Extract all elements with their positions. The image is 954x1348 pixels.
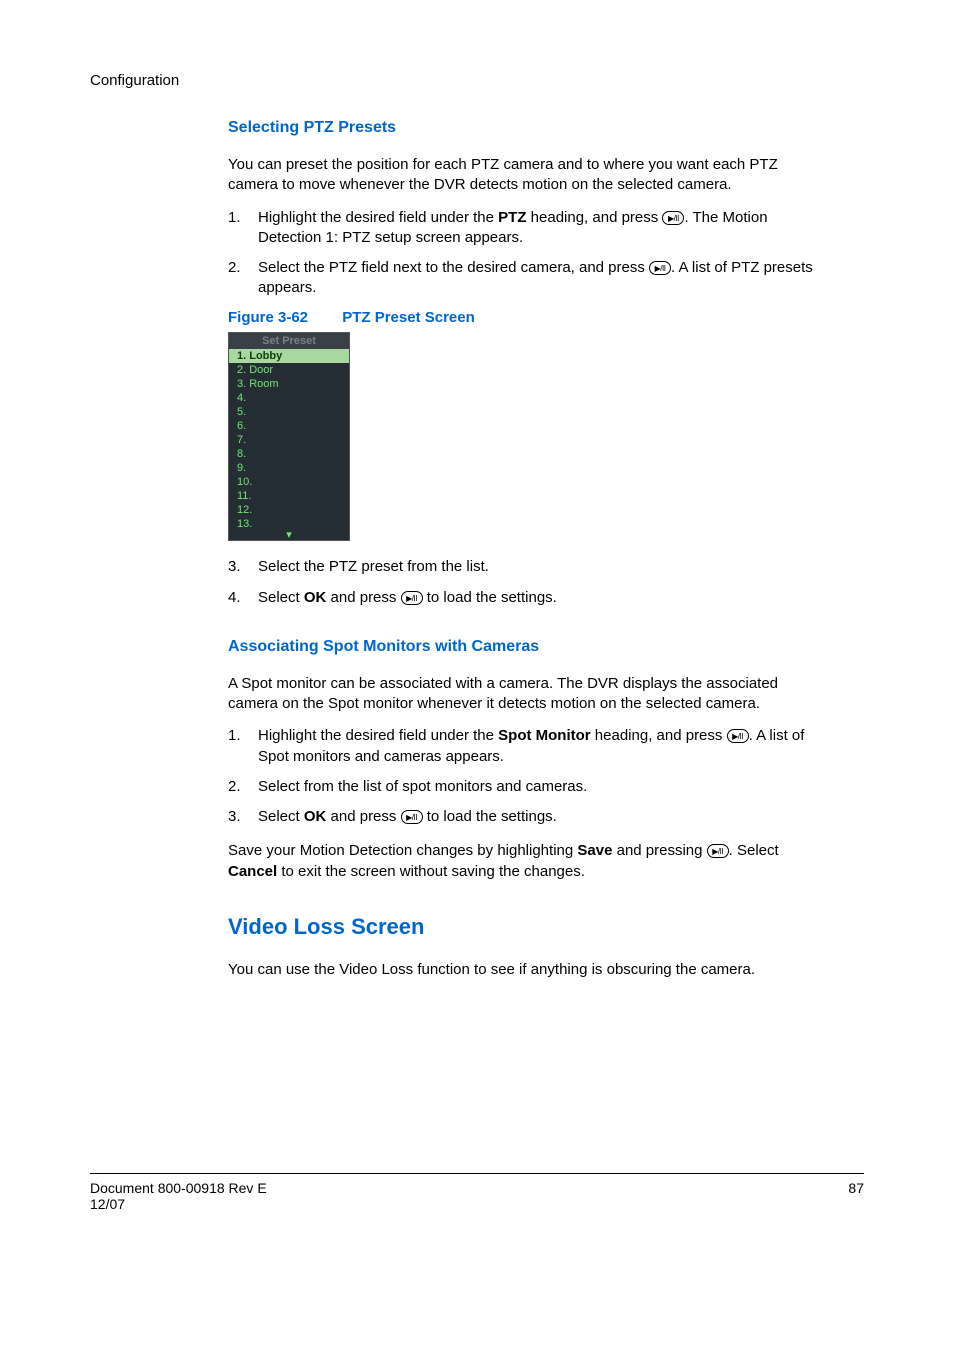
paragraph: A Spot monitor can be associated with a … — [228, 674, 828, 715]
step-body: Highlight the desired field under the Sp… — [258, 726, 828, 767]
text: Highlight the desired field under the — [258, 727, 498, 744]
step-body: Select the PTZ field next to the desired… — [258, 258, 828, 299]
play-pause-icon: ▶/II — [707, 844, 729, 858]
section-selecting-ptz-presets: Selecting PTZ Presets — [228, 119, 828, 137]
section-video-loss-screen: Video Loss Screen — [228, 914, 828, 940]
bold-spot-monitor: Spot Monitor — [498, 727, 590, 744]
step-2: 2. Select from the list of spot monitors… — [228, 777, 828, 797]
play-pause-icon: ▶/II — [401, 591, 423, 605]
preset-header: Set Preset — [229, 333, 349, 349]
step-body: Select OK and press ▶/II to load the set… — [258, 807, 828, 827]
figure-label: Figure 3-62 — [228, 309, 308, 326]
bold-ok: OK — [304, 808, 327, 825]
preset-row: 5. — [229, 405, 349, 419]
text: and press — [326, 589, 400, 606]
step-3: 3. Select the PTZ preset from the list. — [228, 557, 828, 577]
text: heading, and press — [591, 727, 727, 744]
step-number: 3. — [228, 557, 258, 577]
preset-row: 3. Room — [229, 377, 349, 391]
step-3: 3. Select OK and press ▶/II to load the … — [228, 807, 828, 827]
step-number: 1. — [228, 208, 258, 249]
footer-left: Document 800-00918 Rev E 12/07 — [90, 1180, 267, 1212]
step-body: Select from the list of spot monitors an… — [258, 777, 828, 797]
text: . Select — [729, 842, 779, 859]
paragraph: You can preset the position for each PTZ… — [228, 155, 828, 196]
bold-ok: OK — [304, 589, 327, 606]
preset-row: 12. — [229, 503, 349, 517]
bold-save: Save — [577, 842, 612, 859]
play-pause-icon: ▶/II — [727, 729, 749, 743]
step-1: 1. Highlight the desired field under the… — [228, 208, 828, 249]
play-pause-icon: ▶/II — [649, 261, 671, 275]
text: Select — [258, 589, 304, 606]
paragraph: Save your Motion Detection changes by hi… — [228, 841, 828, 882]
text: to load the settings. — [423, 589, 557, 606]
step-body: Highlight the desired field under the PT… — [258, 208, 828, 249]
page-footer: Document 800-00918 Rev E 12/07 87 — [90, 1173, 864, 1212]
text: Save your Motion Detection changes by hi… — [228, 842, 577, 859]
document-date: 12/07 — [90, 1196, 267, 1212]
page-number: 87 — [848, 1180, 864, 1212]
step-1: 1. Highlight the desired field under the… — [228, 726, 828, 767]
preset-row: 7. — [229, 433, 349, 447]
bold-ptz: PTZ — [498, 209, 526, 226]
step-number: 3. — [228, 807, 258, 827]
preset-row: 8. — [229, 447, 349, 461]
preset-row: 10. — [229, 475, 349, 489]
text: and press — [326, 808, 400, 825]
preset-row: 4. — [229, 391, 349, 405]
page-header: Configuration — [90, 72, 864, 89]
preset-row-selected: 1. Lobby — [229, 349, 349, 363]
preset-row: 2. Door — [229, 363, 349, 377]
figure-caption: Figure 3-62 PTZ Preset Screen — [228, 309, 828, 326]
scroll-down-icon: ▾ — [229, 531, 349, 541]
text: Select — [258, 808, 304, 825]
step-2: 2. Select the PTZ field next to the desi… — [228, 258, 828, 299]
step-body: Select the PTZ preset from the list. — [258, 557, 828, 577]
step-number: 2. — [228, 777, 258, 797]
preset-row: 11. — [229, 489, 349, 503]
preset-row: 6. — [229, 419, 349, 433]
text: and pressing — [612, 842, 706, 859]
play-pause-icon: ▶/II — [662, 211, 684, 225]
section-associating-spot-monitors: Associating Spot Monitors with Cameras — [228, 638, 828, 656]
document-id: Document 800-00918 Rev E — [90, 1180, 267, 1196]
text: to load the settings. — [423, 808, 557, 825]
step-number: 1. — [228, 726, 258, 767]
bold-cancel: Cancel — [228, 863, 277, 880]
step-number: 4. — [228, 588, 258, 608]
play-pause-icon: ▶/II — [401, 810, 423, 824]
step-number: 2. — [228, 258, 258, 299]
preset-row: 9. — [229, 461, 349, 475]
figure-title: PTZ Preset Screen — [342, 309, 475, 326]
text: Highlight the desired field under the — [258, 209, 498, 226]
text: heading, and press — [527, 209, 663, 226]
text: to exit the screen without saving the ch… — [277, 863, 585, 880]
step-4: 4. Select OK and press ▶/II to load the … — [228, 588, 828, 608]
step-body: Select OK and press ▶/II to load the set… — [258, 588, 828, 608]
text: Select the PTZ field next to the desired… — [258, 259, 649, 276]
paragraph: You can use the Video Loss function to s… — [228, 960, 828, 980]
ptz-preset-screenshot: Set Preset 1. Lobby 2. Door 3. Room 4. 5… — [228, 332, 350, 542]
